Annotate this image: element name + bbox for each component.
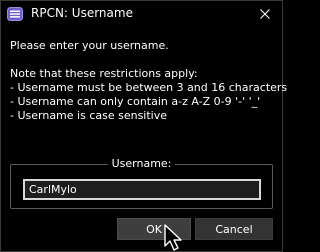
username-label: Username: [107,157,176,170]
restriction-characters: - Username can only contain a-z A-Z 0-9 … [10,95,261,108]
username-dialog: RPCN: Username Please enter your usernam… [0,0,287,252]
restriction-case: - Username is case sensitive [10,109,168,122]
username-group: Username: CarlMylo [10,157,273,209]
intro-text: Please enter your username. [10,39,169,52]
restrictions-note: Note that these restrictions apply: [10,67,198,80]
window-title: RPCN: Username [31,6,133,20]
title-bar[interactable]: RPCN: Username [1,1,282,27]
cancel-button[interactable]: Cancel [195,218,273,240]
dialog-message: Please enter your username. Note that th… [10,39,287,123]
close-icon [260,9,270,19]
close-button[interactable] [248,1,282,27]
rpcs3-icon [7,7,23,21]
restriction-length: - Username must be between 3 and 16 char… [10,81,288,94]
username-input[interactable]: CarlMylo [23,179,261,200]
mouse-pointer-icon [164,224,182,251]
